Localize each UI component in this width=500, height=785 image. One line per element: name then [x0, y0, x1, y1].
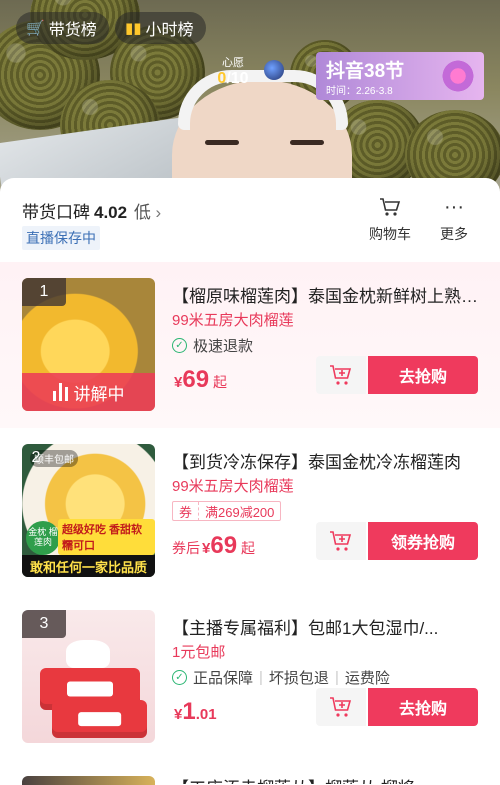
hourly-rank-button[interactable]: ▮▮ 小时榜	[115, 12, 206, 44]
more-label: 更多	[440, 226, 468, 242]
price-currency: ¥	[174, 374, 183, 391]
buy-button[interactable]: 去抢购	[368, 356, 478, 394]
product-index: 1	[22, 278, 66, 306]
promo-strip: 敢和任何一家比品质	[22, 555, 155, 577]
festival-title: 抖音38节	[326, 61, 405, 82]
product-item[interactable]: 1 讲解中 【榴原味榴莲肉】泰国金枕新鲜树上熟冷冻榴莲 99米五房大肉榴莲 ✓ …	[0, 262, 500, 428]
product-image[interactable]: 3	[22, 610, 155, 743]
price-integer: 69	[210, 532, 238, 559]
product-title[interactable]: 【榴原味榴莲肉】泰国金枕新鲜树上熟冷冻榴莲	[172, 282, 482, 307]
add-cart-icon	[330, 531, 352, 551]
add-to-cart-button[interactable]	[316, 522, 366, 560]
feature-label: 极速退款	[193, 338, 254, 355]
price-decimal: .01	[195, 706, 217, 723]
cart-icon	[362, 194, 418, 220]
product-subtitle: 99米五房大肉榴莲	[172, 478, 294, 495]
price-integer: 69	[182, 366, 210, 393]
feature-label: 运费险	[344, 670, 390, 687]
flower-icon	[440, 58, 476, 94]
product-item-peek[interactable]: 【工店添走榴莲从】榴莲从 榴将	[0, 776, 500, 785]
saving-tag: 直播保存中	[22, 226, 100, 250]
product-title[interactable]: 【到货冷冻保存】泰国金枕冷冻榴莲肉	[172, 448, 482, 473]
coupon-tag[interactable]: 券 满269减200	[172, 501, 282, 521]
wish-current: 0	[217, 70, 227, 87]
wish-label: 心愿	[222, 57, 244, 69]
chevron-right-icon: ›	[150, 203, 162, 222]
product-image[interactable]: 1 讲解中	[22, 278, 155, 411]
wipes-pack	[52, 700, 147, 738]
price-prefix: 券后	[172, 540, 200, 556]
sound-bars-icon	[52, 383, 68, 401]
claim-coupon-buy-button[interactable]: 领券抢购	[368, 522, 478, 560]
product-price: 券后 ¥ 69 起	[172, 532, 255, 560]
more-button[interactable]: ··· 更多	[426, 194, 482, 244]
cart-button[interactable]: 购物车	[362, 194, 418, 244]
sales-rank-label: 带货榜	[48, 22, 97, 39]
feature-label: 正品保障	[193, 670, 254, 687]
price-currency: ¥	[202, 540, 211, 557]
product-list: 1 讲解中 【榴原味榴莲肉】泰国金枕新鲜树上熟冷冻榴莲 99米五房大肉榴莲 ✓ …	[0, 262, 500, 760]
festival-banner[interactable]: 抖音38节 时间：2.26-3.8	[316, 52, 484, 100]
product-item[interactable]: 3 【主播专属福利】包邮1大包湿巾/... 1元包邮 ✓ 正品保障 | 坏损包退…	[0, 594, 500, 760]
live-video[interactable]: 🛒 带货榜 ▮▮ 小时榜 心愿 0/10 抖音38节 时间：2.26-3.8	[0, 0, 500, 200]
check-icon: ✓	[172, 338, 187, 353]
reputation[interactable]: 带货口碑 4.02 低 ›	[22, 198, 161, 223]
product-index: 3	[22, 610, 66, 638]
price-suffix: 起	[213, 374, 228, 390]
tissue-decor	[66, 640, 110, 668]
product-image[interactable]: 顺丰包邮 2 金枕 榴莲肉 超级好吃 香甜软糯可口 敢和任何一家比品质	[22, 444, 155, 577]
more-dots-icon: ···	[444, 195, 464, 218]
price-suffix: 起	[241, 540, 256, 556]
product-subtitle: 99米五房大肉榴莲	[172, 312, 294, 329]
panel-header: 带货口碑 4.02 低 › 直播保存中 购物车 ··· 更多	[0, 178, 500, 256]
product-title[interactable]: 【工店添走榴莲从】榴莲从 榴将	[172, 774, 482, 784]
buy-button[interactable]: 去抢购	[368, 688, 478, 726]
coupon-label: 券	[173, 501, 200, 521]
coupon-value: 满269减200	[205, 504, 275, 520]
bar-chart-icon: ▮▮	[125, 20, 142, 37]
product-item[interactable]: 顺丰包邮 2 金枕 榴莲肉 超级好吃 香甜软糯可口 敢和任何一家比品质 【到货冷…	[0, 428, 500, 594]
shopping-panel: 带货口碑 4.02 低 › 直播保存中 购物车 ··· 更多 1 讲解中 【榴原…	[0, 178, 500, 785]
product-features: ✓ 正品保障 | 坏损包退 | 运费险	[172, 667, 390, 688]
divider: |	[334, 669, 339, 686]
product-index: 2	[31, 449, 41, 466]
price-currency: ¥	[174, 706, 183, 723]
reputation-label: 带货口碑	[22, 203, 90, 222]
wish-counter[interactable]: 心愿 0/10	[208, 54, 258, 88]
gift-orb-icon[interactable]	[264, 60, 284, 80]
streamer-eyebrow	[205, 140, 239, 145]
wish-total: /10	[226, 70, 249, 87]
add-cart-icon	[330, 365, 352, 385]
hourly-rank-label: 小时榜	[145, 22, 194, 39]
divider: |	[259, 669, 263, 686]
add-cart-icon	[330, 697, 352, 717]
reputation-level: 低	[133, 203, 151, 222]
sales-rank-button[interactable]: 🛒 带货榜	[16, 12, 109, 44]
streamer-eyebrow	[290, 140, 324, 145]
feature-label: 坏损包退	[268, 670, 329, 687]
product-price: ¥ 69 起	[172, 366, 227, 394]
check-icon: ✓	[172, 670, 187, 685]
product-feature: ✓ 极速退款	[172, 335, 253, 356]
promo-badge: 超级好吃 香甜软糯可口	[58, 519, 155, 555]
festival-time: 时间：2.26-3.8	[326, 86, 393, 97]
add-to-cart-button[interactable]	[316, 356, 366, 394]
explaining-label: 讲解中	[73, 384, 125, 404]
reputation-score: 4.02	[94, 203, 128, 222]
cart-label: 购物车	[369, 226, 411, 242]
promo-badge: 金枕 榴莲肉	[26, 521, 60, 555]
cart-rank-icon: 🛒	[26, 20, 45, 37]
explaining-badge: 讲解中	[22, 373, 155, 411]
add-to-cart-button[interactable]	[316, 688, 366, 726]
product-price: ¥ 1 .01	[172, 698, 221, 726]
product-image[interactable]	[22, 776, 155, 785]
product-subtitle: 1元包邮	[172, 644, 226, 661]
price-integer: 1	[182, 698, 196, 725]
product-title[interactable]: 【主播专属福利】包邮1大包湿巾/...	[172, 614, 482, 639]
